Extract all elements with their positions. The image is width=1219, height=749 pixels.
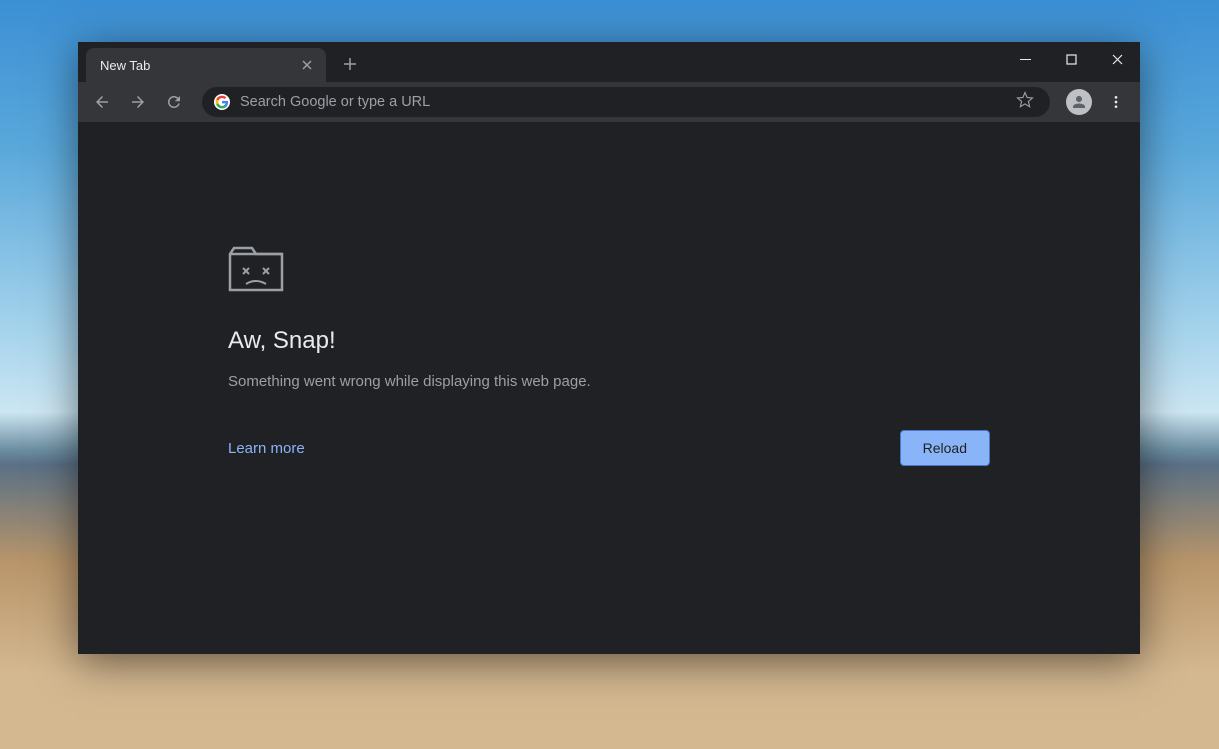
- maximize-button[interactable]: [1048, 42, 1094, 76]
- address-bar[interactable]: [202, 87, 1050, 117]
- error-title: Aw, Snap!: [228, 327, 990, 355]
- minimize-button[interactable]: [1002, 42, 1048, 76]
- google-icon: [214, 94, 230, 110]
- window-controls: [1002, 42, 1140, 76]
- sad-folder-icon: [228, 242, 990, 299]
- close-window-button[interactable]: [1094, 42, 1140, 76]
- tab-active[interactable]: New Tab: [86, 48, 326, 82]
- menu-button[interactable]: [1100, 86, 1132, 118]
- forward-button[interactable]: [122, 86, 154, 118]
- new-tab-button[interactable]: [336, 50, 364, 78]
- back-button[interactable]: [86, 86, 118, 118]
- reload-page-button[interactable]: Reload: [900, 430, 990, 466]
- profile-avatar[interactable]: [1066, 89, 1092, 115]
- page-content: Aw, Snap! Something went wrong while dis…: [78, 122, 1140, 654]
- bookmark-star-icon[interactable]: [1012, 91, 1038, 114]
- error-message: Something went wrong while displaying th…: [228, 373, 990, 390]
- reload-button[interactable]: [158, 86, 190, 118]
- address-input[interactable]: [240, 94, 1002, 110]
- learn-more-link[interactable]: Learn more: [228, 440, 305, 457]
- browser-window: New Tab: [78, 42, 1140, 654]
- toolbar: [78, 82, 1140, 122]
- tab-title: New Tab: [100, 58, 298, 73]
- close-tab-icon[interactable]: [298, 56, 316, 74]
- error-actions: Learn more Reload: [228, 430, 990, 466]
- titlebar: New Tab: [78, 42, 1140, 82]
